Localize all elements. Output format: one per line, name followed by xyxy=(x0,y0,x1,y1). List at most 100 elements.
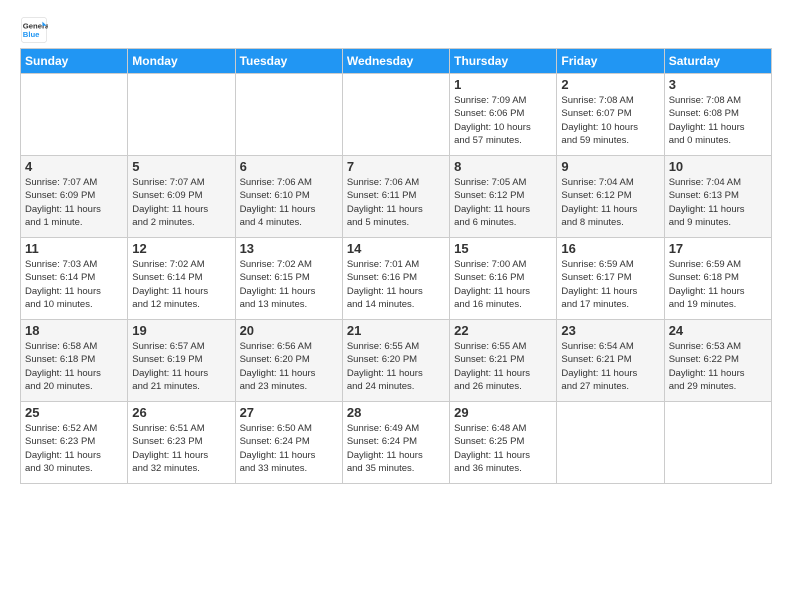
calendar-cell: 10 Sunrise: 7:04 AM Sunset: 6:13 PM Dayli… xyxy=(664,156,771,238)
day-info: Sunrise: 6:48 AM Sunset: 6:25 PM Dayligh… xyxy=(454,422,552,475)
day-number: 20 xyxy=(240,323,338,338)
calendar-cell xyxy=(21,74,128,156)
calendar-cell xyxy=(235,74,342,156)
day-info: Sunrise: 7:02 AM Sunset: 6:14 PM Dayligh… xyxy=(132,258,230,311)
calendar-cell: 16 Sunrise: 6:59 AM Sunset: 6:17 PM Dayli… xyxy=(557,238,664,320)
day-number: 1 xyxy=(454,77,552,92)
day-number: 26 xyxy=(132,405,230,420)
day-number: 13 xyxy=(240,241,338,256)
calendar-cell: 15 Sunrise: 7:00 AM Sunset: 6:16 PM Dayli… xyxy=(450,238,557,320)
calendar-cell: 18 Sunrise: 6:58 AM Sunset: 6:18 PM Dayli… xyxy=(21,320,128,402)
day-number: 21 xyxy=(347,323,445,338)
calendar-cell: 24 Sunrise: 6:53 AM Sunset: 6:22 PM Dayli… xyxy=(664,320,771,402)
day-number: 14 xyxy=(347,241,445,256)
page: General Blue SundayMondayTuesdayWednesda… xyxy=(0,0,792,494)
calendar-cell: 29 Sunrise: 6:48 AM Sunset: 6:25 PM Dayli… xyxy=(450,402,557,484)
calendar-cell xyxy=(557,402,664,484)
day-info: Sunrise: 6:53 AM Sunset: 6:22 PM Dayligh… xyxy=(669,340,767,393)
week-row-1: 4 Sunrise: 7:07 AM Sunset: 6:09 PM Daylig… xyxy=(21,156,772,238)
calendar-cell xyxy=(664,402,771,484)
day-number: 10 xyxy=(669,159,767,174)
day-info: Sunrise: 7:01 AM Sunset: 6:16 PM Dayligh… xyxy=(347,258,445,311)
day-number: 22 xyxy=(454,323,552,338)
day-number: 6 xyxy=(240,159,338,174)
day-number: 15 xyxy=(454,241,552,256)
day-info: Sunrise: 6:56 AM Sunset: 6:20 PM Dayligh… xyxy=(240,340,338,393)
calendar-cell: 14 Sunrise: 7:01 AM Sunset: 6:16 PM Dayli… xyxy=(342,238,449,320)
day-number: 29 xyxy=(454,405,552,420)
calendar-cell xyxy=(342,74,449,156)
calendar-cell: 28Sunrise: 6:49 AM Sunset: 6:24 PM Dayli… xyxy=(342,402,449,484)
day-info: Sunrise: 6:58 AM Sunset: 6:18 PM Dayligh… xyxy=(25,340,123,393)
day-info: Sunrise: 6:52 AM Sunset: 6:23 PM Dayligh… xyxy=(25,422,123,475)
week-row-2: 11 Sunrise: 7:03 AM Sunset: 6:14 PM Dayli… xyxy=(21,238,772,320)
calendar-cell: 23Sunrise: 6:54 AM Sunset: 6:21 PM Dayli… xyxy=(557,320,664,402)
calendar-cell: 20 Sunrise: 6:56 AM Sunset: 6:20 PM Dayli… xyxy=(235,320,342,402)
day-number: 7 xyxy=(347,159,445,174)
day-info: Sunrise: 7:08 AM Sunset: 6:08 PM Dayligh… xyxy=(669,94,767,147)
calendar-cell: 27 Sunrise: 6:50 AM Sunset: 6:24 PM Dayli… xyxy=(235,402,342,484)
day-number: 12 xyxy=(132,241,230,256)
calendar-cell: 11 Sunrise: 7:03 AM Sunset: 6:14 PM Dayli… xyxy=(21,238,128,320)
day-info: Sunrise: 7:05 AM Sunset: 6:12 PM Dayligh… xyxy=(454,176,552,229)
calendar-cell: 21Sunrise: 6:55 AM Sunset: 6:20 PM Dayli… xyxy=(342,320,449,402)
day-info: Sunrise: 7:00 AM Sunset: 6:16 PM Dayligh… xyxy=(454,258,552,311)
calendar-cell: 1 Sunrise: 7:09 AM Sunset: 6:06 PM Daylig… xyxy=(450,74,557,156)
calendar-cell: 3 Sunrise: 7:08 AM Sunset: 6:08 PM Daylig… xyxy=(664,74,771,156)
day-info: Sunrise: 7:02 AM Sunset: 6:15 PM Dayligh… xyxy=(240,258,338,311)
day-number: 19 xyxy=(132,323,230,338)
day-number: 3 xyxy=(669,77,767,92)
logo-icon: General Blue xyxy=(20,16,48,44)
day-number: 24 xyxy=(669,323,767,338)
day-info: Sunrise: 7:03 AM Sunset: 6:14 PM Dayligh… xyxy=(25,258,123,311)
day-info: Sunrise: 6:59 AM Sunset: 6:17 PM Dayligh… xyxy=(561,258,659,311)
day-number: 18 xyxy=(25,323,123,338)
calendar-cell: 7 Sunrise: 7:06 AM Sunset: 6:11 PM Daylig… xyxy=(342,156,449,238)
day-info: Sunrise: 7:06 AM Sunset: 6:11 PM Dayligh… xyxy=(347,176,445,229)
col-header-tuesday: Tuesday xyxy=(235,49,342,74)
day-info: Sunrise: 7:09 AM Sunset: 6:06 PM Dayligh… xyxy=(454,94,552,147)
col-header-sunday: Sunday xyxy=(21,49,128,74)
day-info: Sunrise: 6:57 AM Sunset: 6:19 PM Dayligh… xyxy=(132,340,230,393)
col-header-friday: Friday xyxy=(557,49,664,74)
day-info: Sunrise: 6:50 AM Sunset: 6:24 PM Dayligh… xyxy=(240,422,338,475)
calendar-cell: 25 Sunrise: 6:52 AM Sunset: 6:23 PM Dayli… xyxy=(21,402,128,484)
calendar-cell: 5 Sunrise: 7:07 AM Sunset: 6:09 PM Daylig… xyxy=(128,156,235,238)
col-header-thursday: Thursday xyxy=(450,49,557,74)
calendar-cell: 4 Sunrise: 7:07 AM Sunset: 6:09 PM Daylig… xyxy=(21,156,128,238)
header: General Blue xyxy=(20,16,772,44)
day-info: Sunrise: 7:07 AM Sunset: 6:09 PM Dayligh… xyxy=(132,176,230,229)
calendar-cell: 26Sunrise: 6:51 AM Sunset: 6:23 PM Dayli… xyxy=(128,402,235,484)
day-info: Sunrise: 7:04 AM Sunset: 6:12 PM Dayligh… xyxy=(561,176,659,229)
week-row-3: 18 Sunrise: 6:58 AM Sunset: 6:18 PM Dayli… xyxy=(21,320,772,402)
day-info: Sunrise: 7:07 AM Sunset: 6:09 PM Dayligh… xyxy=(25,176,123,229)
calendar-cell xyxy=(128,74,235,156)
day-number: 9 xyxy=(561,159,659,174)
svg-text:Blue: Blue xyxy=(23,30,40,39)
day-number: 11 xyxy=(25,241,123,256)
day-info: Sunrise: 7:04 AM Sunset: 6:13 PM Dayligh… xyxy=(669,176,767,229)
calendar-cell: 8Sunrise: 7:05 AM Sunset: 6:12 PM Daylig… xyxy=(450,156,557,238)
day-number: 16 xyxy=(561,241,659,256)
calendar-cell: 12 Sunrise: 7:02 AM Sunset: 6:14 PM Dayli… xyxy=(128,238,235,320)
day-number: 17 xyxy=(669,241,767,256)
calendar-table: SundayMondayTuesdayWednesdayThursdayFrid… xyxy=(20,48,772,484)
calendar-cell: 13 Sunrise: 7:02 AM Sunset: 6:15 PM Dayli… xyxy=(235,238,342,320)
col-header-wednesday: Wednesday xyxy=(342,49,449,74)
week-row-0: 1 Sunrise: 7:09 AM Sunset: 6:06 PM Daylig… xyxy=(21,74,772,156)
day-info: Sunrise: 7:06 AM Sunset: 6:10 PM Dayligh… xyxy=(240,176,338,229)
day-number: 5 xyxy=(132,159,230,174)
day-info: Sunrise: 6:55 AM Sunset: 6:21 PM Dayligh… xyxy=(454,340,552,393)
day-number: 25 xyxy=(25,405,123,420)
logo: General Blue xyxy=(20,16,52,44)
day-number: 27 xyxy=(240,405,338,420)
svg-text:General: General xyxy=(23,22,48,31)
calendar-cell: 22 Sunrise: 6:55 AM Sunset: 6:21 PM Dayli… xyxy=(450,320,557,402)
col-header-monday: Monday xyxy=(128,49,235,74)
day-number: 4 xyxy=(25,159,123,174)
calendar-cell: 6 Sunrise: 7:06 AM Sunset: 6:10 PM Daylig… xyxy=(235,156,342,238)
day-number: 28 xyxy=(347,405,445,420)
week-row-4: 25 Sunrise: 6:52 AM Sunset: 6:23 PM Dayli… xyxy=(21,402,772,484)
day-number: 23 xyxy=(561,323,659,338)
calendar-cell: 19 Sunrise: 6:57 AM Sunset: 6:19 PM Dayli… xyxy=(128,320,235,402)
